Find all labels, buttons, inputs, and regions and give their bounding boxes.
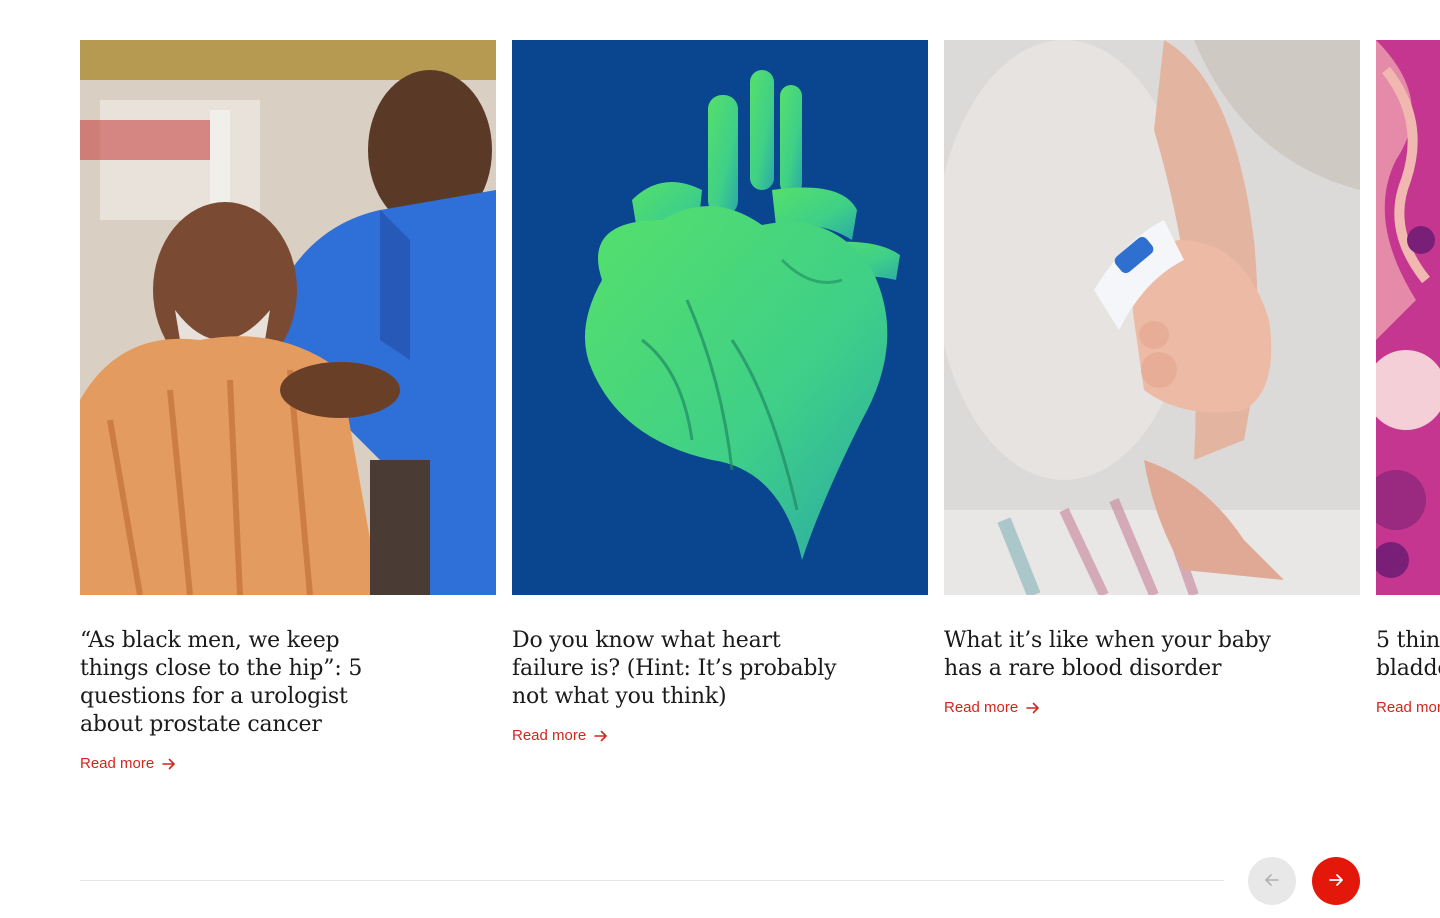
article-card[interactable]: What it’s like when your baby has a rare… [944, 40, 1360, 716]
arrow-right-icon [594, 729, 608, 743]
read-more-label: Read more [1376, 699, 1440, 716]
article-card[interactable]: Do you know what heart failure is? (Hint… [512, 40, 928, 744]
article-title[interactable]: What it’s like when your baby has a rare… [944, 627, 1274, 683]
arrow-right-icon [1328, 872, 1344, 891]
read-more-label: Read more [512, 727, 587, 744]
article-title[interactable]: 5 things to know about bladder cancer [1376, 627, 1440, 683]
read-more-link[interactable]: Read more [512, 727, 608, 744]
article-title[interactable]: Do you know what heart failure is? (Hint… [512, 627, 842, 711]
arrow-right-icon [162, 757, 176, 771]
carousel-progress-track [80, 880, 1224, 881]
article-image-baby-foot[interactable] [944, 40, 1360, 595]
article-card[interactable]: 5 things to know about bladder cancer Re… [1376, 40, 1440, 716]
read-more-label: Read more [944, 699, 1019, 716]
article-image-heart[interactable] [512, 40, 928, 595]
read-more-link[interactable]: Read more [944, 699, 1040, 716]
arrow-right-icon [1026, 701, 1040, 715]
read-more-link[interactable]: Read more [1376, 699, 1440, 716]
article-image-two-men[interactable] [80, 40, 496, 595]
carousel-next-button[interactable] [1312, 857, 1360, 905]
carousel-prev-button[interactable] [1248, 857, 1296, 905]
article-title[interactable]: “As black men, we keep things close to t… [80, 627, 410, 739]
arrow-left-icon [1264, 872, 1280, 891]
read-more-link[interactable]: Read more [80, 755, 176, 772]
article-image-tissue[interactable] [1376, 40, 1440, 595]
read-more-label: Read more [80, 755, 155, 772]
article-card[interactable]: “As black men, we keep things close to t… [80, 40, 496, 772]
article-carousel: “As black men, we keep things close to t… [0, 0, 1440, 918]
